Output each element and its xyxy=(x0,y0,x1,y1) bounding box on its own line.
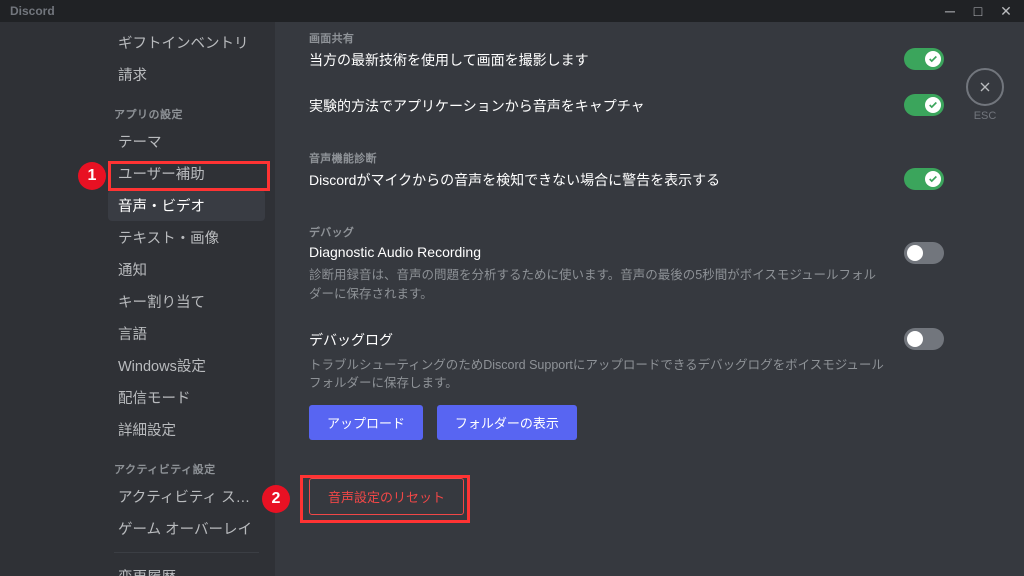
sidebar-item-advanced[interactable]: 詳細設定 xyxy=(108,414,265,445)
sidebar-category-app-settings: アプリの設定 xyxy=(114,106,265,122)
sidebar-item-notifications[interactable]: 通知 xyxy=(108,254,265,285)
sidebar-item-streamer-mode[interactable]: 配信モード xyxy=(108,382,265,413)
titlebar: Discord ─ □ ✕ xyxy=(0,0,1024,22)
toggle-diag-recording[interactable] xyxy=(904,242,944,264)
show-folder-button[interactable]: フォルダーの表示 xyxy=(437,405,577,440)
upload-button[interactable]: アップロード xyxy=(309,405,423,440)
window-buttons: ─ □ ✕ xyxy=(938,3,1018,19)
sidebar-item-keybinds[interactable]: キー割り当て xyxy=(108,286,265,317)
sidebar-item-billing[interactable]: 請求 xyxy=(108,59,265,90)
section-label-diagnosis: 音声機能診断 xyxy=(309,150,944,166)
setting-experimental-title: 実験的方法でアプリケーションから音声をキャプチャ xyxy=(309,96,884,116)
maximize-button[interactable]: □ xyxy=(966,3,990,19)
reset-voice-settings-button[interactable]: 音声設定のリセット xyxy=(309,478,464,515)
close-button[interactable]: ✕ xyxy=(994,3,1018,19)
sidebar-item-gift-inventory[interactable]: ギフトインベントリ xyxy=(108,27,265,58)
close-icon[interactable] xyxy=(966,68,1004,106)
sidebar-separator xyxy=(114,552,259,553)
sidebar-item-language[interactable]: 言語 xyxy=(108,318,265,349)
sidebar-item-changelog[interactable]: 変更履歴 xyxy=(108,561,265,576)
toggle-experimental-audio[interactable] xyxy=(904,94,944,116)
setting-diag-recording-title: Diagnostic Audio Recording xyxy=(309,244,884,260)
esc-label: ESC xyxy=(974,110,997,122)
section-label-debug: デバッグ xyxy=(309,224,944,240)
settings-content: ESC 画面共有 当方の最新技術を使用して画面を撮影します 実験的方法でアプリケ… xyxy=(275,22,1024,576)
sidebar-item-game-overlay[interactable]: ゲーム オーバーレイ xyxy=(108,513,265,544)
setting-screen-share-title: 当方の最新技術を使用して画面を撮影します xyxy=(309,50,884,70)
setting-diagnosis-title: Discordがマイクからの音声を検知できない場合に警告を表示する xyxy=(309,170,884,190)
minimize-button[interactable]: ─ xyxy=(938,3,962,19)
section-label-screen-share: 画面共有 xyxy=(309,30,944,46)
sidebar-item-accessibility[interactable]: ユーザー補助 xyxy=(108,158,265,189)
sidebar-item-activity-status[interactable]: アクティビティ ステ... xyxy=(108,481,265,512)
setting-debug-log-desc: トラブルシューティングのためDiscord Supportにアップロードできるデ… xyxy=(309,356,884,394)
close-settings[interactable]: ESC xyxy=(966,68,1004,122)
toggle-debug-log[interactable] xyxy=(904,328,944,350)
setting-diag-recording-desc: 診断用録音は、音声の問題を分析するために使います。音声の最後の5秒間がボイスモジ… xyxy=(309,266,884,304)
sidebar-item-text-images[interactable]: テキスト・画像 xyxy=(108,222,265,253)
toggle-voice-diagnosis[interactable] xyxy=(904,168,944,190)
sidebar-item-theme[interactable]: テーマ xyxy=(108,126,265,157)
toggle-screen-share[interactable] xyxy=(904,48,944,70)
setting-debug-log-title: デバッグログ xyxy=(309,330,884,350)
sidebar-item-voice-video[interactable]: 音声・ビデオ xyxy=(108,190,265,221)
sidebar-item-windows[interactable]: Windows設定 xyxy=(108,350,265,381)
sidebar-category-activity: アクティビティ設定 xyxy=(114,461,265,477)
settings-sidebar: ギフトインベントリ 請求 アプリの設定 テーマ ユーザー補助 音声・ビデオ テキ… xyxy=(0,22,275,576)
app-name: Discord xyxy=(10,4,55,18)
